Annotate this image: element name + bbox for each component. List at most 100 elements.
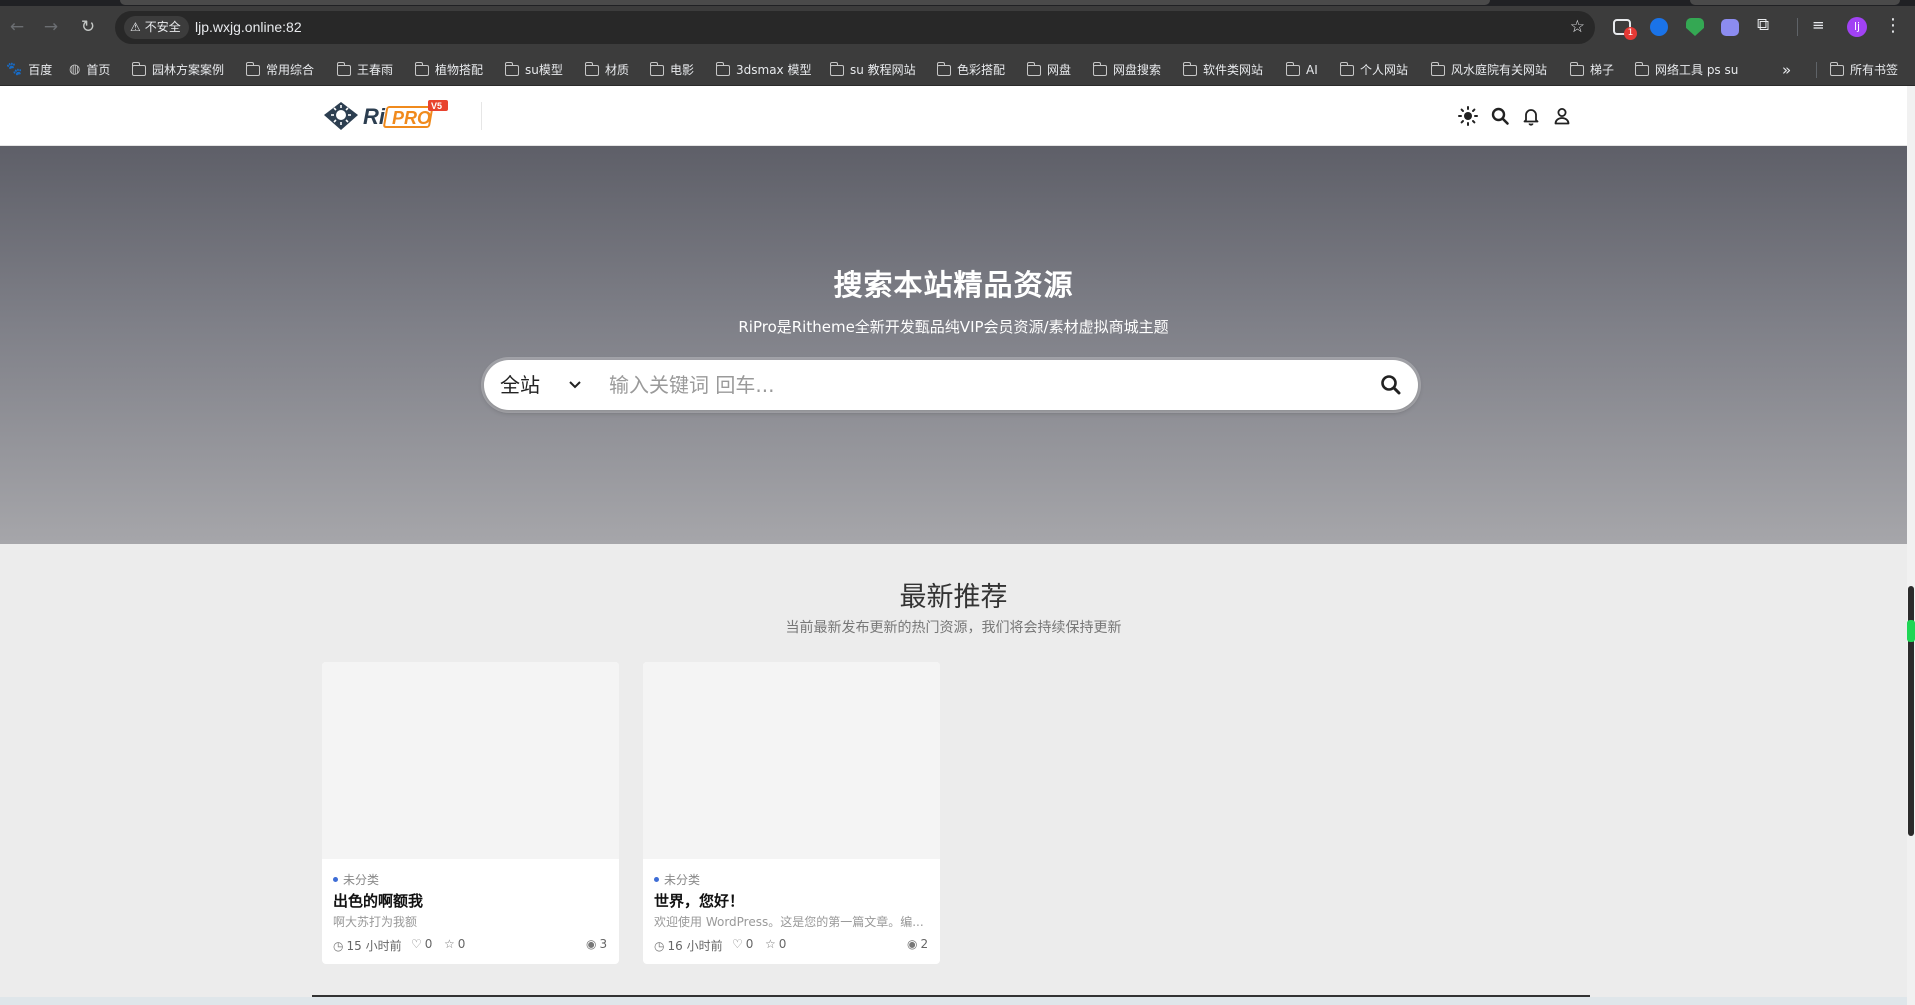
warning-icon: ⚠	[130, 20, 141, 34]
shield-extension-icon[interactable]	[1686, 18, 1704, 36]
bookmark-folder[interactable]: su模型	[504, 54, 563, 86]
favorites-count: 0	[778, 937, 787, 951]
bookmarks-bar: 🐾 百度 ◍ 首页 园林方案案例 常用综合 王春雨 植物搭配 su模型 材质 电影 …	[0, 54, 1915, 86]
folder-icon	[1182, 61, 1197, 76]
bookmark-folder[interactable]: 风水庭院有关网站	[1430, 54, 1547, 86]
folder-icon	[1026, 61, 1041, 76]
reload-icon[interactable]: ↻	[77, 16, 99, 38]
post-likes[interactable]: ♡ 0	[732, 937, 753, 951]
bookmarks-overflow-button[interactable]: »	[1782, 54, 1791, 86]
category-dot-icon	[654, 877, 659, 882]
bookmark-folder[interactable]: AI	[1285, 54, 1318, 86]
logo-pro-text: PRO	[392, 108, 431, 128]
theme-toggle-icon[interactable]	[1456, 104, 1480, 128]
post-thumbnail[interactable]	[322, 662, 619, 859]
security-chip[interactable]: ⚠ 不安全	[124, 16, 189, 39]
heart-icon: ♡	[732, 937, 743, 951]
post-views: ◉ 3	[586, 937, 607, 951]
puzzle-icon[interactable]: ⧉	[1757, 15, 1777, 35]
bell-icon[interactable]	[1519, 104, 1543, 128]
bookmark-folder[interactable]: su 教程网站	[829, 54, 916, 86]
all-bookmarks-folder[interactable]: 所有书签	[1829, 54, 1899, 86]
extension-icon[interactable]	[1650, 18, 1668, 36]
bookmark-folder[interactable]: 网盘	[1026, 54, 1072, 86]
bookmark-label: su 教程网站	[850, 63, 916, 77]
star-icon: ☆	[444, 937, 455, 951]
bookmark-folder[interactable]: 常用综合	[245, 54, 314, 86]
bookmark-item[interactable]: ◍ 首页	[69, 54, 110, 86]
site-logo[interactable]: Ri PRO V5	[322, 98, 452, 134]
folder-icon	[1339, 61, 1354, 76]
folder-icon	[414, 61, 429, 76]
bookmark-item[interactable]: 🐾 百度	[6, 54, 52, 86]
bookmark-folder[interactable]: 材质	[584, 54, 629, 86]
user-icon[interactable]	[1550, 104, 1574, 128]
bookmark-folder[interactable]: 植物搭配	[414, 54, 484, 86]
bookmark-label: 植物搭配	[435, 63, 484, 77]
bookmark-folder[interactable]: 电影	[649, 54, 694, 86]
folder-icon	[829, 61, 844, 76]
bookmark-label: su模型	[525, 63, 563, 77]
active-tab[interactable]	[120, 0, 1490, 5]
hero-section: 搜索本站精品资源 RiPro是Ritheme全新开发甄品纯VIP会员资源/素材虚…	[0, 146, 1907, 544]
search-input[interactable]	[609, 369, 1339, 401]
post-meta: ◷ 15 小时前 ♡ 0 ☆ 0 ◉ 3	[333, 937, 608, 953]
bookmark-folder[interactable]: 网盘搜索	[1092, 54, 1162, 86]
bookmark-label: 所有书签	[1850, 63, 1899, 77]
bookmark-folder[interactable]: 个人网站	[1339, 54, 1408, 86]
post-favorites[interactable]: ☆ 0	[765, 937, 786, 951]
logo-icon: Ri PRO V5	[324, 100, 448, 130]
post-category[interactable]: 未分类	[654, 871, 700, 888]
vertical-dots-icon[interactable]: ⋮	[1884, 14, 1902, 38]
bookmark-label: 色彩搭配	[957, 63, 1006, 77]
extension-icon[interactable]	[1721, 19, 1739, 36]
views-count: 2	[920, 937, 929, 951]
post-likes[interactable]: ♡ 0	[411, 937, 432, 951]
post-thumbnail[interactable]	[643, 662, 940, 859]
post-title[interactable]: 出色的啊额我	[333, 890, 423, 911]
post-title[interactable]: 世界，您好！	[654, 890, 744, 911]
post-card[interactable]: 未分类 世界，您好！ 欢迎使用 WordPress。这是您的第一篇文章。编...…	[643, 662, 940, 964]
bookmark-label: 首页	[86, 63, 111, 77]
post-category[interactable]: 未分类	[333, 871, 379, 888]
bookmark-folder[interactable]: 王春雨	[336, 54, 393, 86]
logo-version-badge: V5	[431, 101, 442, 111]
folder-icon	[584, 61, 599, 76]
address-bar[interactable]: ⚠ 不安全 ljp.wxjg.online:82 ☆	[115, 11, 1595, 44]
bookmark-folder[interactable]: 网络工具 ps su	[1634, 54, 1738, 86]
post-favorites[interactable]: ☆ 0	[444, 937, 465, 951]
inactive-tab[interactable]	[1690, 0, 1900, 5]
chevron-down-icon[interactable]	[568, 360, 582, 410]
profile-avatar[interactable]: lj	[1847, 17, 1867, 37]
search-submit-icon[interactable]	[1378, 372, 1404, 398]
search-icon[interactable]	[1488, 104, 1512, 128]
bookmark-label: 网盘搜索	[1113, 63, 1162, 77]
post-meta: ◷ 16 小时前 ♡ 0 ☆ 0 ◉ 2	[654, 937, 929, 953]
bookmark-folder[interactable]: 梯子	[1569, 54, 1614, 86]
bookmark-folder[interactable]: 园林方案案例	[131, 54, 225, 86]
bookmark-folder[interactable]: 3dsmax 模型	[715, 54, 812, 86]
bookmark-folder[interactable]: 色彩搭配	[936, 54, 1006, 86]
security-label: 不安全	[144, 20, 181, 34]
post-card[interactable]: 未分类 出色的啊额我 啊大苏打为我额 ◷ 15 小时前 ♡ 0 ☆ 0 ◉ 3	[322, 662, 619, 964]
reading-list-icon[interactable]: ≡	[1812, 16, 1832, 36]
post-time: ◷ 15 小时前	[333, 937, 402, 954]
bookmark-label: 3dsmax 模型	[736, 63, 812, 77]
bookmark-label: 园林方案案例	[152, 63, 225, 77]
section-title: 最新推荐	[899, 582, 1008, 613]
url-text[interactable]: ljp.wxjg.online:82	[195, 11, 302, 44]
forward-icon[interactable]: →	[40, 16, 62, 38]
folder-icon	[1092, 61, 1107, 76]
category-label: 未分类	[343, 873, 380, 887]
bookmark-label: 网盘	[1047, 63, 1072, 77]
page-scrollbar[interactable]	[1907, 86, 1915, 1005]
post-time-label: 15 小时前	[346, 939, 402, 953]
hero-title: 搜索本站精品资源	[833, 268, 1074, 302]
search-scope-select[interactable]: 全站	[500, 360, 540, 410]
extension-icon[interactable]: 1	[1613, 19, 1637, 40]
tab-strip	[0, 0, 1915, 6]
star-icon[interactable]: ☆	[1570, 17, 1585, 37]
folder-icon	[1430, 61, 1445, 76]
back-icon[interactable]: ←	[6, 16, 28, 38]
bookmark-folder[interactable]: 软件类网站	[1182, 54, 1263, 86]
